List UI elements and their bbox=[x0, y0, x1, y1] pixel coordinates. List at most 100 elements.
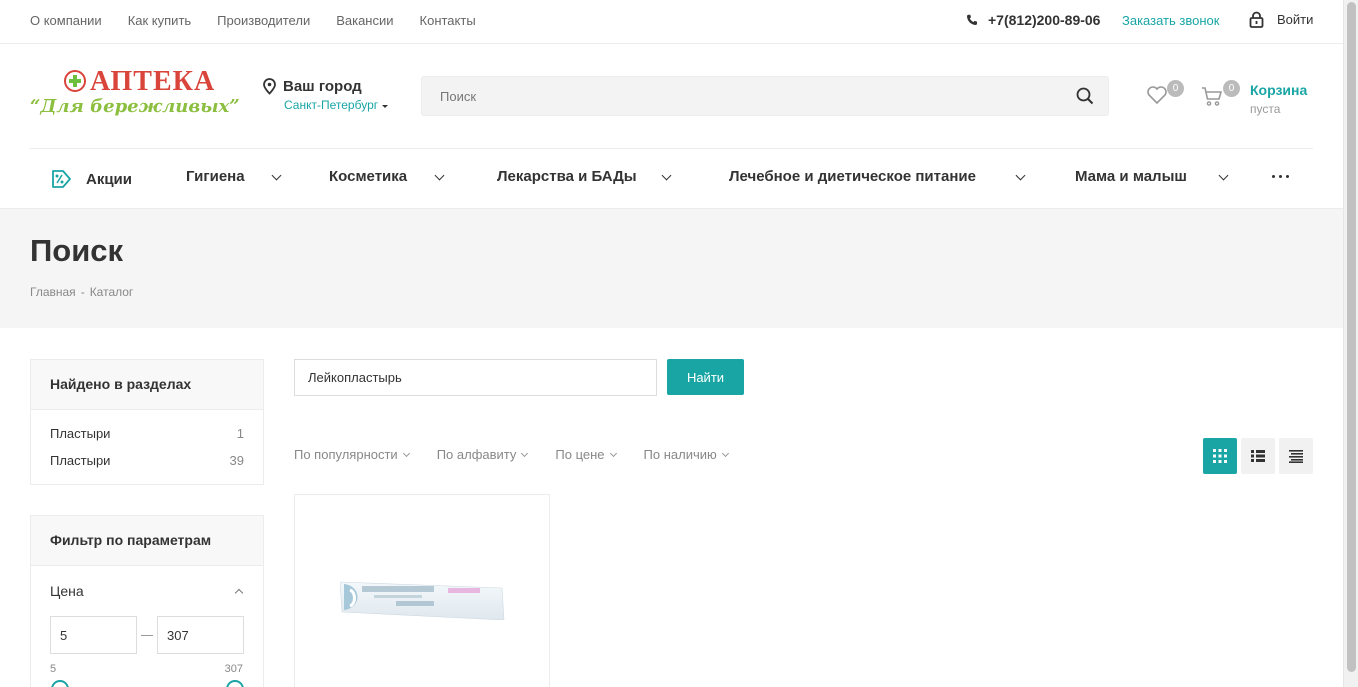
sort-label: По наличию bbox=[643, 447, 717, 462]
sections-box: Найдено в разделах Пластыри 1 Пластыри 3… bbox=[30, 359, 264, 485]
chevron-down-icon bbox=[1218, 170, 1229, 181]
sort-price[interactable]: По цене bbox=[555, 447, 617, 462]
logo-tagline: “Для бережливых” bbox=[30, 96, 240, 117]
top-nav-manufacturers[interactable]: Производители bbox=[217, 13, 310, 28]
discount-icon bbox=[52, 170, 71, 188]
nav-item-label: Лечебное и диетическое питание bbox=[729, 168, 976, 185]
table-icon bbox=[1289, 450, 1303, 463]
section-count: 39 bbox=[229, 453, 244, 468]
breadcrumb-catalog[interactable]: Каталог bbox=[90, 285, 134, 299]
price-range-labels: 5 307 bbox=[50, 663, 243, 675]
top-nav: О компании Как купить Производители Вака… bbox=[30, 13, 502, 28]
sort-label: По популярности bbox=[294, 447, 398, 462]
top-nav-about[interactable]: О компании bbox=[30, 13, 102, 28]
chevron-down-icon bbox=[1015, 170, 1026, 181]
nav-hygiene[interactable]: Гигиена bbox=[186, 168, 282, 185]
top-nav-contacts[interactable]: Контакты bbox=[420, 13, 476, 28]
sort-label: По алфавиту bbox=[436, 447, 517, 462]
vertical-scrollbar[interactable] bbox=[1343, 0, 1358, 687]
view-grid-button[interactable] bbox=[1203, 438, 1237, 474]
callback-link[interactable]: Заказать звонок bbox=[1122, 13, 1219, 28]
favorites-button[interactable]: 0 bbox=[1146, 80, 1184, 110]
logo[interactable]: АПТЕКА “Для бережливых” bbox=[30, 66, 240, 122]
list-icon bbox=[1251, 450, 1265, 462]
cart-button[interactable]: 0 bbox=[1200, 80, 1240, 110]
nav-medicines[interactable]: Лекарства и БАДы bbox=[497, 168, 672, 185]
sort-availability[interactable]: По наличию bbox=[643, 447, 729, 462]
bandage-box-image bbox=[339, 581, 505, 621]
filter-box: Фильтр по параметрам Цена 5 307 bbox=[30, 515, 264, 687]
nav-mother-baby[interactable]: Мама и малыш bbox=[1075, 168, 1229, 185]
location-pin-icon bbox=[263, 78, 276, 95]
login-label: Войти bbox=[1277, 12, 1314, 27]
view-table-button[interactable] bbox=[1279, 438, 1313, 474]
chevron-down-icon bbox=[721, 449, 729, 457]
section-item[interactable]: Пластыри 1 bbox=[31, 420, 263, 447]
range-max-handle[interactable] bbox=[226, 680, 244, 687]
page-title: Поиск bbox=[30, 233, 124, 268]
sort-popularity[interactable]: По популярности bbox=[294, 447, 410, 462]
section-item[interactable]: Пластыри 39 bbox=[31, 447, 263, 474]
price-toggle[interactable]: Цена bbox=[31, 566, 263, 616]
cart-status: пуста bbox=[1250, 102, 1281, 116]
sections-title: Найдено в разделах bbox=[31, 360, 263, 410]
top-bar: О компании Как купить Производители Вака… bbox=[0, 0, 1343, 44]
heart-icon bbox=[1147, 86, 1167, 105]
sort-alphabet[interactable]: По алфавиту bbox=[436, 447, 529, 462]
cart-icon bbox=[1202, 87, 1223, 106]
main-nav: Акции Гигиена Косметика Лекарства и БАДы… bbox=[30, 148, 1313, 208]
city-selector[interactable]: Ваш город Санкт-Петербург bbox=[262, 78, 389, 112]
section-count: 1 bbox=[236, 426, 244, 441]
grid-icon bbox=[1213, 449, 1227, 463]
pharmacy-cross-icon bbox=[64, 70, 86, 92]
phone[interactable]: +7(812)200-89-06 bbox=[966, 12, 1100, 28]
more-icon[interactable] bbox=[1272, 175, 1289, 178]
nav-promo[interactable]: Акции bbox=[50, 168, 132, 190]
find-button[interactable]: Найти bbox=[667, 359, 744, 395]
city-label: Ваш город bbox=[283, 78, 362, 95]
page: О компании Как купить Производители Вака… bbox=[0, 0, 1343, 687]
price-max-input[interactable] bbox=[157, 616, 244, 654]
section-name: Пластыри bbox=[50, 426, 111, 441]
phone-number: +7(812)200-89-06 bbox=[988, 12, 1101, 28]
product-card[interactable] bbox=[294, 494, 550, 687]
filter-title: Фильтр по параметрам bbox=[31, 516, 263, 566]
top-nav-vacancies[interactable]: Вакансии bbox=[336, 13, 393, 28]
chevron-down-icon bbox=[402, 449, 410, 457]
nav-diet-food[interactable]: Лечебное и диетическое питание bbox=[729, 168, 1026, 185]
nav-cosmetics[interactable]: Косметика bbox=[329, 168, 445, 185]
chevron-down-icon bbox=[434, 170, 445, 181]
city-value[interactable]: Санкт-Петербург bbox=[284, 98, 378, 112]
login-button[interactable]: Войти bbox=[1248, 11, 1313, 28]
chevron-down-icon bbox=[271, 170, 282, 181]
top-nav-how-to-buy[interactable]: Как купить bbox=[128, 13, 191, 28]
range-max-label: 307 bbox=[224, 663, 243, 675]
lock-icon bbox=[1249, 11, 1264, 28]
scrollbar-thumb[interactable] bbox=[1347, 2, 1356, 672]
nav-item-label: Лекарства и БАДы bbox=[497, 168, 637, 185]
chevron-up-icon bbox=[234, 588, 244, 598]
nav-promo-label: Акции bbox=[86, 170, 133, 188]
title-bar: Поиск Главная - Каталог bbox=[0, 208, 1343, 328]
sort-label: По цене bbox=[555, 447, 605, 462]
query-input[interactable] bbox=[294, 359, 657, 396]
range-min-handle[interactable] bbox=[51, 680, 69, 687]
nav-item-label: Косметика bbox=[329, 168, 408, 185]
section-name: Пластыри bbox=[50, 453, 111, 468]
range-min-label: 5 bbox=[50, 663, 57, 675]
breadcrumb: Главная - Каталог bbox=[30, 285, 134, 299]
view-list-button[interactable] bbox=[1241, 438, 1275, 474]
price-inputs bbox=[50, 616, 244, 654]
search-input[interactable] bbox=[422, 77, 1062, 115]
chevron-down-icon bbox=[609, 449, 617, 457]
product-image[interactable] bbox=[339, 578, 505, 621]
cart-summary[interactable]: Корзина пуста bbox=[1250, 82, 1307, 116]
logo-name: АПТЕКА bbox=[90, 66, 216, 97]
caret-down-icon bbox=[382, 104, 389, 108]
search-icon[interactable] bbox=[1076, 87, 1094, 105]
nav-item-label: Гигиена bbox=[186, 168, 245, 185]
favorites-count: 0 bbox=[1167, 80, 1184, 97]
breadcrumb-home[interactable]: Главная bbox=[30, 285, 76, 299]
price-min-input[interactable] bbox=[50, 616, 137, 654]
phone-icon bbox=[967, 14, 977, 25]
